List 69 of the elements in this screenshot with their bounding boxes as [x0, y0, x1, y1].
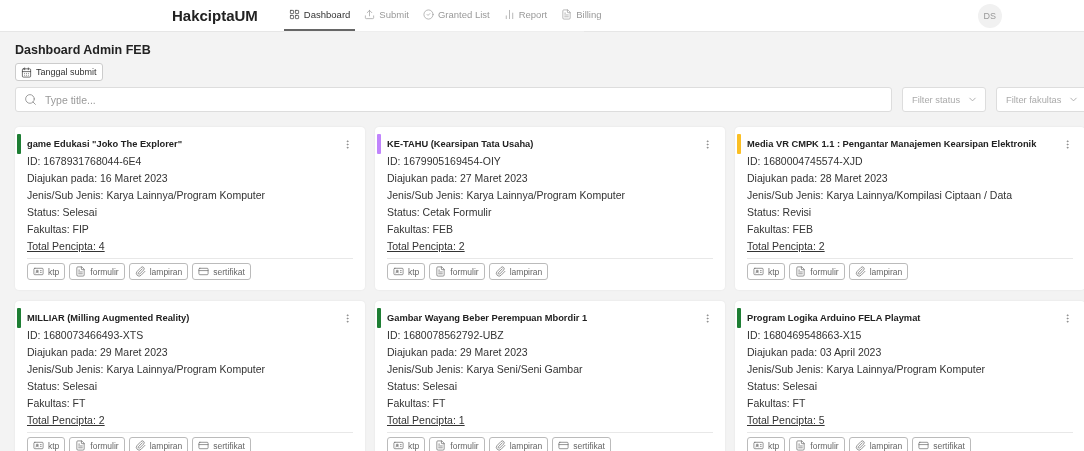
card-id: ID: 1679905169454-OIY — [387, 154, 502, 169]
faculty-text: Fakultas: FEB — [747, 222, 814, 237]
work-type: Jenis/Sub Jenis: Karya Lainnya/Kompilasi Ciptaan / Data — [747, 188, 1013, 203]
attachment-button[interactable]: ktp — [27, 437, 66, 451]
submit-date: Diajukan pada: 03 April 2023 — [747, 345, 883, 360]
work-type: Jenis/Sub Jenis: Karya Lainnya/Program Komputer — [387, 188, 627, 203]
attachment-button[interactable]: sertifikat — [552, 437, 611, 451]
submit-date: Diajukan pada: 29 Maret 2023 — [387, 345, 529, 360]
attachment-button[interactable]: sertifikat — [192, 437, 251, 451]
work-type: Jenis/Sub Jenis: Karya Lainnya/Program Komputer — [27, 362, 267, 377]
submit-date: Diajukan pada: 28 Maret 2023 — [747, 171, 889, 186]
total-creators-link[interactable]: Total Pencipta: 2 — [747, 238, 825, 255]
total-creators-link[interactable]: Total Pencipta: 4 — [27, 238, 105, 255]
card-id: ID: 1678931768044-6E4 — [27, 154, 143, 169]
card-id: ID: 1680469548663-X15 — [747, 328, 863, 343]
card-id: ID: 1680004745574-XJD — [747, 154, 864, 169]
work-type: Jenis/Sub Jenis: Karya Seni/Seni Gambar — [387, 362, 584, 377]
work-type: Jenis/Sub Jenis: Karya Lainnya/Program Komputer — [747, 362, 987, 377]
faculty-text: Fakultas: FT — [27, 396, 87, 411]
work-type: Jenis/Sub Jenis: Karya Lainnya/Program Komputer — [27, 188, 267, 203]
page-title: Dashboard Admin FEB — [15, 43, 152, 57]
attachment-button[interactable]: formulir — [429, 263, 485, 280]
faculty-text: Fakultas: FEB — [387, 222, 454, 237]
attachment-button[interactable]: lampiran — [848, 263, 909, 280]
card-title: KE-TAHU (Kearsipan Tata Usaha) — [387, 139, 534, 149]
total-creators-link[interactable]: Total Pencipta: 2 — [387, 238, 465, 255]
faculty-text: Fakultas: FT — [747, 396, 807, 411]
card-title: Gambar Wayang Beber Perempuan Mbordir 1 — [387, 313, 588, 323]
attachment-button[interactable]: formulir — [789, 437, 845, 451]
card-title: MILLIAR (Milling Augmented Reality) — [27, 313, 190, 323]
faculty-text: Fakultas: FIP — [27, 222, 90, 237]
attachment-button[interactable]: ktp — [27, 263, 66, 280]
card-title: Program Logika Arduino FELA Playmat — [747, 313, 921, 323]
date-filter-button[interactable]: Tanggal submit — [15, 63, 103, 81]
attachment-button[interactable]: sertifikat — [192, 263, 251, 280]
faculty-text: Fakultas: FT — [387, 396, 447, 411]
attachment-button[interactable]: formulir — [69, 437, 125, 451]
attachment-button[interactable]: formulir — [69, 263, 125, 280]
search-field[interactable]: Type title... — [15, 87, 892, 112]
attachment-button[interactable]: sertifikat — [912, 437, 971, 451]
total-creators-link[interactable]: Total Pencipta: 1 — [387, 412, 465, 429]
attachment-button[interactable]: ktp — [747, 437, 786, 451]
attachment-button[interactable]: ktp — [387, 437, 426, 451]
status-text: Status: Selesai — [27, 205, 99, 220]
attachment-button[interactable]: ktp — [747, 263, 786, 280]
total-creators-link[interactable]: Total Pencipta: 5 — [747, 412, 825, 429]
status-text: Status: Revisi — [747, 205, 813, 220]
submit-date: Diajukan pada: 29 Maret 2023 — [27, 345, 169, 360]
attachment-button[interactable]: lampiran — [128, 437, 189, 451]
attachment-button[interactable]: lampiran — [848, 437, 909, 451]
nav-tab[interactable]: Dashboard — [283, 0, 356, 31]
submit-date: Diajukan pada: 16 Maret 2023 — [27, 171, 169, 186]
attachment-button[interactable]: lampiran — [128, 263, 189, 280]
card-title: game Edukasi "Joko The Explorer" — [27, 139, 183, 149]
status-text: Status: Selesai — [27, 379, 99, 394]
attachment-button[interactable]: lampiran — [488, 263, 549, 280]
attachment-button[interactable]: formulir — [429, 437, 485, 451]
status-text: Status: Selesai — [387, 379, 459, 394]
status-text: Status: Selesai — [747, 379, 819, 394]
status-text: Status: Cetak Formulir — [387, 205, 493, 220]
card-id: ID: 1680078562792-UBZ — [387, 328, 505, 343]
attachment-button[interactable]: formulir — [789, 263, 845, 280]
card-id: ID: 1680073466493-XTS — [27, 328, 145, 343]
attachment-button[interactable]: lampiran — [488, 437, 549, 451]
app-logo: HakciptaUM — [172, 7, 258, 24]
card-title: Media VR CMPK 1.1 : Pengantar Manajemen Kearsipan Elektronik — [747, 139, 1037, 149]
submit-date: Diajukan pada: 27 Maret 2023 — [387, 171, 529, 186]
total-creators-link[interactable]: Total Pencipta: 2 — [27, 412, 105, 429]
attachment-button[interactable]: ktp — [387, 263, 426, 280]
